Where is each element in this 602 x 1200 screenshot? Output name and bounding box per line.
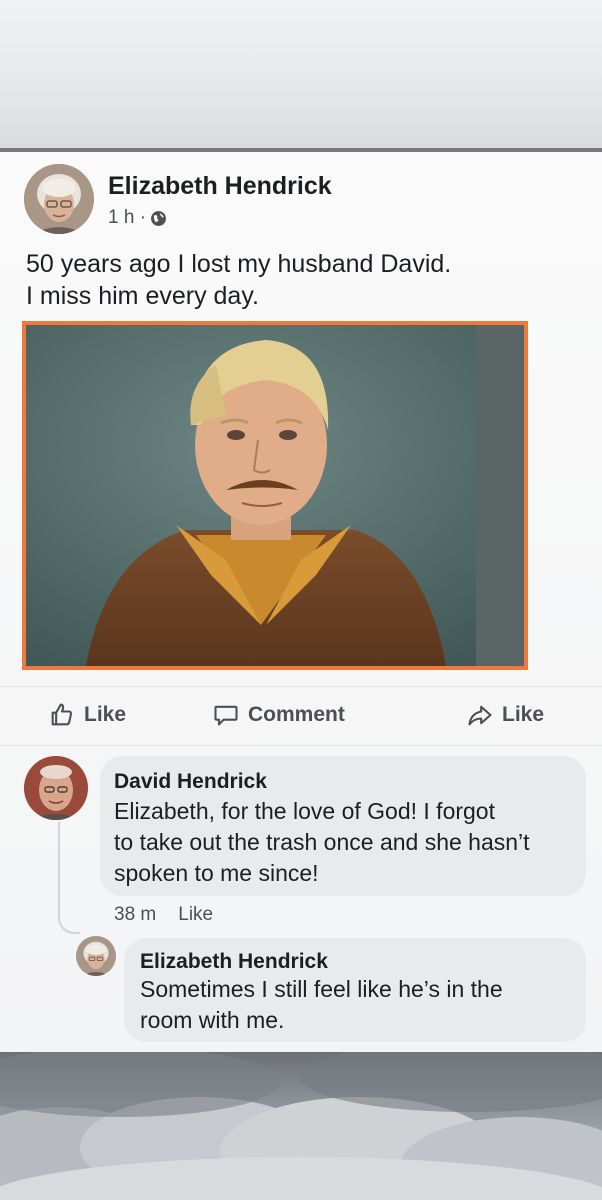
reply-text: Sometimes I still feel like he’s in the …: [140, 974, 503, 1036]
facebook-post-card: Elizabeth Hendrick 1 h · 50 years ago I …: [0, 152, 602, 1052]
like-label: Like: [84, 703, 127, 726]
thumbs-up-icon: [51, 703, 72, 726]
comment-text-line: Elizabeth, for the love of God! I forgot: [114, 798, 495, 824]
comment-meta: 38 m Like: [114, 904, 213, 926]
share-arrow-icon: [468, 705, 492, 726]
post-text: 50 years ago I lost my husband David. I …: [26, 248, 566, 312]
comment-timestamp[interactable]: 38 m: [114, 904, 156, 926]
reply-text-line: Sometimes I still feel like he’s in the: [140, 976, 503, 1002]
post-action-bar: Like Comment Like: [0, 686, 602, 746]
share-button[interactable]: Like: [466, 701, 544, 729]
post-text-line: 50 years ago I lost my husband David.: [26, 250, 452, 278]
reply-thread-connector: [58, 892, 80, 934]
post-photo[interactable]: [22, 321, 528, 670]
comment-author-name[interactable]: David Hendrick: [114, 770, 267, 794]
bottom-cloud-band: [0, 1052, 602, 1200]
elderly-woman-avatar-icon: [76, 936, 116, 976]
post-meta: 1 h ·: [108, 207, 167, 229]
reply-text-line: room with me.: [140, 1007, 285, 1033]
speech-bubble-icon: [214, 705, 238, 726]
post-text-line: I miss him every day.: [26, 282, 259, 310]
reply-bubble: Elizabeth Hendrick Sometimes I still fee…: [124, 938, 586, 1042]
comment-label: Comment: [248, 703, 345, 726]
globe-icon: [151, 210, 166, 226]
post-timestamp[interactable]: 1 h ·: [108, 207, 146, 229]
comment-text: Elizabeth, for the love of God! I forgot…: [114, 796, 530, 889]
comment-bubble: David Hendrick Elizabeth, for the love o…: [100, 756, 586, 896]
post-author-name[interactable]: Elizabeth Hendrick: [108, 172, 332, 201]
reply-author-name[interactable]: Elizabeth Hendrick: [140, 950, 328, 974]
cloud-illustration: [0, 1052, 602, 1200]
elderly-woman-avatar-icon: [24, 164, 94, 234]
like-button[interactable]: Like: [48, 701, 126, 729]
comment-text-line: to take out the trash once and she hasn’…: [114, 829, 530, 855]
comment-like-link[interactable]: Like: [178, 904, 213, 926]
top-sky-band: [0, 0, 602, 148]
portrait-photo: [26, 325, 524, 666]
elderly-man-avatar-icon: [24, 756, 88, 820]
share-label: Like: [502, 703, 545, 726]
comment-text-line: spoken to me since!: [114, 860, 319, 886]
post-author-avatar[interactable]: [24, 164, 94, 234]
comment-author-avatar[interactable]: [24, 756, 88, 820]
comment-button[interactable]: Comment: [212, 701, 345, 729]
reply-author-avatar[interactable]: [76, 936, 116, 976]
